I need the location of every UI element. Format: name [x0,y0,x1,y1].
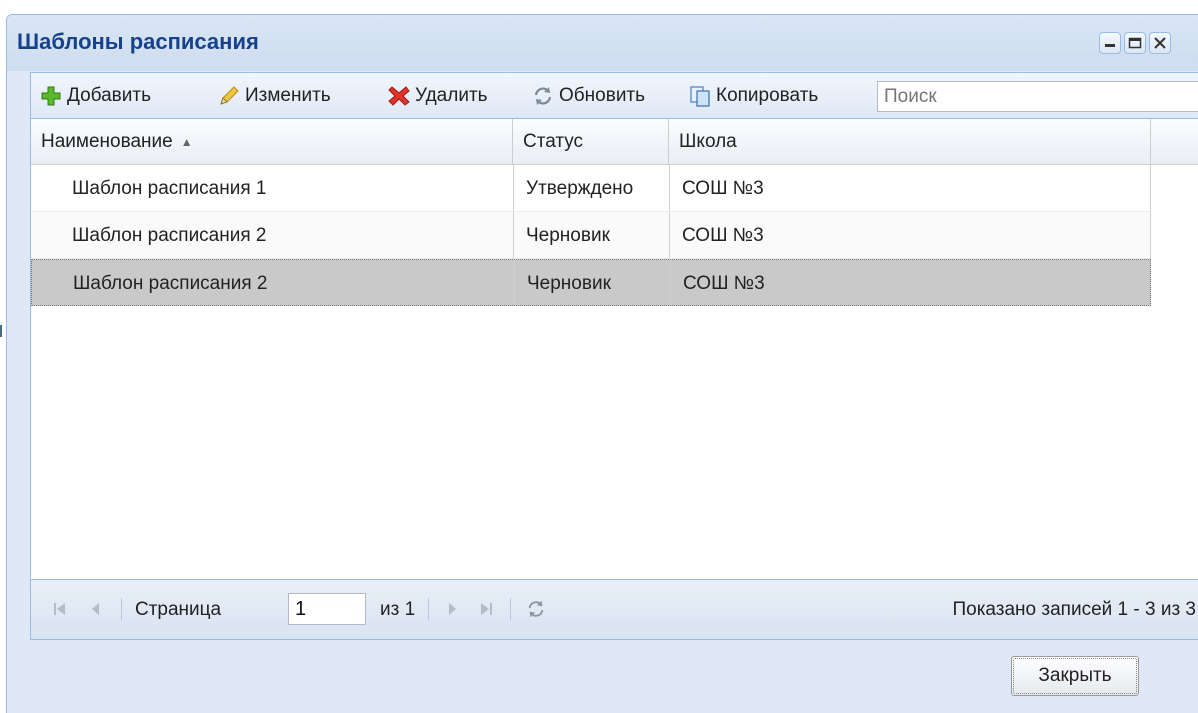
close-window-button[interactable] [1149,32,1171,54]
cell-name: Шаблон расписания 2 [73,273,268,294]
cell-school: СОШ №3 [670,260,1152,305]
copy-button[interactable]: Копировать [688,82,818,110]
refresh-button[interactable]: Обновить [531,82,645,110]
pager-separator [121,598,122,620]
column-header-school-label: Школа [679,131,737,152]
minimize-button[interactable] [1099,32,1121,54]
cell-school: СОШ №3 [669,165,1151,211]
page-number-input[interactable] [288,593,366,625]
copy-button-label: Копировать [716,85,819,106]
plus-icon [41,86,61,106]
cell-status: Утверждено [513,165,669,211]
pager-separator [510,598,511,620]
edit-button[interactable]: Изменить [217,82,331,110]
column-header-name[interactable]: Наименование ▲ [31,119,513,164]
cell-name: Шаблон расписания 2 [72,225,267,246]
column-header-status[interactable]: Статус [513,119,669,164]
add-button-label: Добавить [67,85,151,106]
edit-button-label: Изменить [245,85,331,106]
red-x-icon [388,86,410,106]
window-header[interactable]: Шаблоны расписания [7,15,1198,71]
column-header-school[interactable]: Школа [669,119,1151,164]
column-header-status-label: Статус [523,131,584,152]
cell-name: Шаблон расписания 1 [72,178,267,199]
column-header-name-label: Наименование [41,131,173,152]
search-input[interactable] [877,81,1198,112]
templates-grid-panel: Добавить Изменить Удалить Обновить Копир… [30,72,1198,640]
close-button[interactable]: Закрыть [1011,656,1139,696]
refresh-button-label: Обновить [559,85,646,106]
previous-page-icon[interactable] [87,600,105,618]
delete-button[interactable]: Удалить [387,82,488,110]
table-row[interactable]: Шаблон расписания 1 Утверждено СОШ №3 [31,165,1151,212]
table-row[interactable]: Шаблон расписания 2 Черновик СОШ №3 [31,212,1151,259]
edge-marker [0,325,2,337]
delete-button-label: Удалить [415,85,488,106]
next-page-icon[interactable] [443,600,461,618]
toolbar: Добавить Изменить Удалить Обновить Копир… [31,73,1198,119]
maximize-icon [1128,37,1142,49]
cell-status: Черновик [514,260,670,305]
cell-status: Черновик [513,212,669,258]
refresh-icon [534,87,552,105]
add-button[interactable]: Добавить [39,82,151,110]
pencil-icon [220,86,239,105]
first-page-icon[interactable] [51,600,69,618]
close-icon [1154,37,1166,49]
paging-toolbar: Страница из 1 Показано записей 1 - 3 из … [31,579,1198,639]
cell-school: СОШ №3 [669,212,1151,258]
sort-ascending-icon: ▲ [180,134,193,149]
refresh-icon[interactable] [525,598,547,620]
grid-header: Наименование ▲ Статус Школа [31,119,1198,165]
window-title: Шаблоны расписания [17,29,259,54]
minimize-icon [1105,44,1115,47]
copy-icon [690,86,710,107]
table-row-selected[interactable]: Шаблон расписания 2 Черновик СОШ №3 [31,259,1151,306]
maximize-button[interactable] [1124,32,1146,54]
last-page-icon[interactable] [477,600,495,618]
pager-separator [428,598,429,620]
page-count-label: из 1 [380,599,416,620]
records-summary: Показано записей 1 - 3 из 3 [952,599,1196,620]
page-label: Страница [135,599,222,620]
